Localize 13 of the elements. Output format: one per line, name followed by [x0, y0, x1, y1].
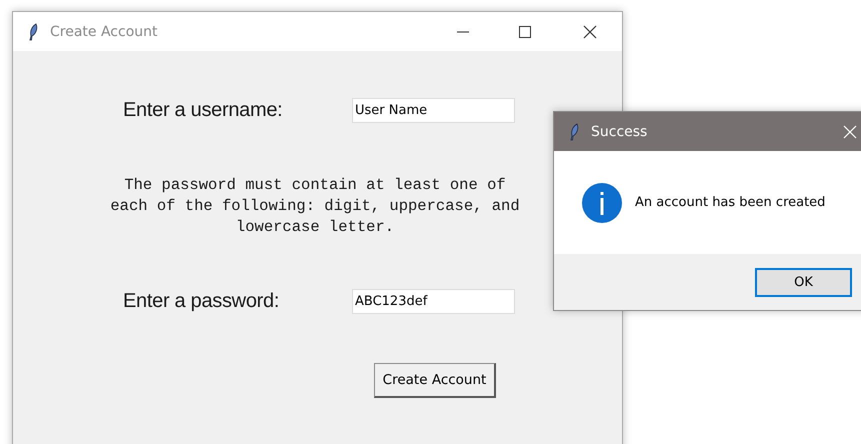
- info-icon: [582, 182, 622, 222]
- feather-icon: [27, 22, 39, 40]
- dialog-message: An account has been created: [635, 195, 826, 210]
- input-field[interactable]: ABC123def: [352, 288, 515, 314]
- input-field[interactable]: User Name: [352, 98, 515, 122]
- feather-icon: [568, 122, 580, 140]
- password-rules-text: The password must contain at least one of each of the following: digit, uppercase, and lowercase letter.: [109, 175, 521, 238]
- window-title: Create Account: [50, 24, 158, 40]
- create-account-button[interactable]: Create Account: [374, 363, 496, 398]
- field-label: Enter a username:: [123, 98, 284, 122]
- ok-button[interactable]: OK: [755, 268, 852, 296]
- field-label: Enter a password:: [123, 290, 280, 312]
- window-title: Success: [591, 124, 648, 140]
